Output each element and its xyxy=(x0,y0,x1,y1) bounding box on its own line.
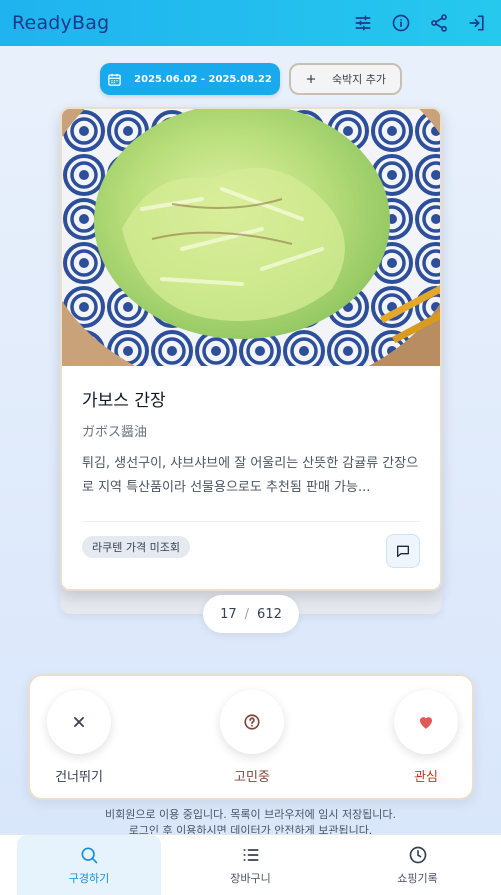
app-header: ReadyBag xyxy=(0,0,501,46)
info-icon[interactable] xyxy=(389,11,413,35)
thinking-circle[interactable] xyxy=(220,690,284,754)
interest-circle[interactable] xyxy=(394,690,458,754)
share-icon[interactable] xyxy=(427,11,451,35)
thinking-button[interactable]: 고민중 xyxy=(207,690,297,785)
card-body: 가보스 간장 ガボス醤油 튀김, 생선구이, 샤브샤브에 잘 어울리는 산뜻한 … xyxy=(62,366,440,500)
nav-history-label: 쇼핑기록 xyxy=(397,871,438,885)
question-icon xyxy=(244,714,260,730)
swipe-actions-panel: 건너뛰기 고민중 관심 xyxy=(28,674,474,800)
heart-icon xyxy=(420,717,432,729)
guest-notice-line1: 비회원으로 이용 중입니다. 목록이 브라우저에 임시 저장됩니다. xyxy=(104,808,397,821)
close-icon xyxy=(74,717,84,727)
interest-button[interactable]: 관심 xyxy=(381,690,471,785)
calendar-icon xyxy=(108,73,121,86)
product-title: 가보스 간장 xyxy=(82,391,166,411)
bottom-navigation: 구경하기 장바구니 쇼핑기록 xyxy=(0,834,501,895)
nav-cart-label: 장바구니 xyxy=(230,871,271,885)
trip-controls: 2025.06.02 - 2025.08.22 숙박지 추가 xyxy=(0,63,501,95)
product-card[interactable]: 가보스 간장 ガボス醤油 튀김, 생선구이, 샤브샤브에 잘 어울리는 산뜻한 … xyxy=(60,107,442,591)
skip-label: 건너뛰기 xyxy=(55,770,103,785)
date-range-label: 2025.06.02 - 2025.08.22 xyxy=(134,73,272,85)
guest-notice: 비회원으로 이용 중입니다. 목록이 브라우저에 임시 저장됩니다. 로그인 후… xyxy=(0,807,501,835)
product-description: 튀김, 생선구이, 샤브샤브에 잘 어울리는 산뜻한 감귤류 간장으로 지역 특… xyxy=(82,456,419,495)
search-icon xyxy=(81,847,98,863)
card-counter: 17 / 612 xyxy=(203,595,299,633)
card-divider xyxy=(82,521,420,522)
product-image xyxy=(62,109,440,366)
clock-icon xyxy=(409,846,426,863)
nav-browse[interactable]: 구경하기 xyxy=(17,835,161,895)
counter-total: 612 xyxy=(257,606,282,622)
thinking-label: 고민중 xyxy=(234,770,270,785)
nav-history[interactable]: 쇼핑기록 xyxy=(334,835,501,895)
counter-current: 17 xyxy=(220,606,237,622)
header-actions xyxy=(351,11,489,35)
comment-button[interactable] xyxy=(386,534,420,568)
product-subtitle: ガボス醤油 xyxy=(82,425,148,440)
filter-sliders-icon[interactable] xyxy=(351,11,375,35)
plus-icon xyxy=(306,74,316,84)
interest-label: 관심 xyxy=(414,770,438,785)
add-lodging-label: 숙박지 추가 xyxy=(331,73,387,86)
counter-separator: / xyxy=(244,606,250,622)
comment-icon xyxy=(397,545,409,557)
nav-browse-label: 구경하기 xyxy=(68,871,110,885)
login-icon[interactable] xyxy=(465,11,489,35)
nav-cart[interactable]: 장바구니 xyxy=(167,835,334,895)
list-icon xyxy=(243,848,258,861)
app-title: ReadyBag xyxy=(12,12,110,34)
date-range-button[interactable]: 2025.06.02 - 2025.08.22 xyxy=(99,63,280,95)
price-status-badge: 라쿠텐 가격 미조회 xyxy=(82,536,190,558)
skip-button[interactable]: 건너뛰기 xyxy=(34,690,124,785)
skip-circle[interactable] xyxy=(47,690,111,754)
add-lodging-button[interactable]: 숙박지 추가 xyxy=(288,63,402,95)
